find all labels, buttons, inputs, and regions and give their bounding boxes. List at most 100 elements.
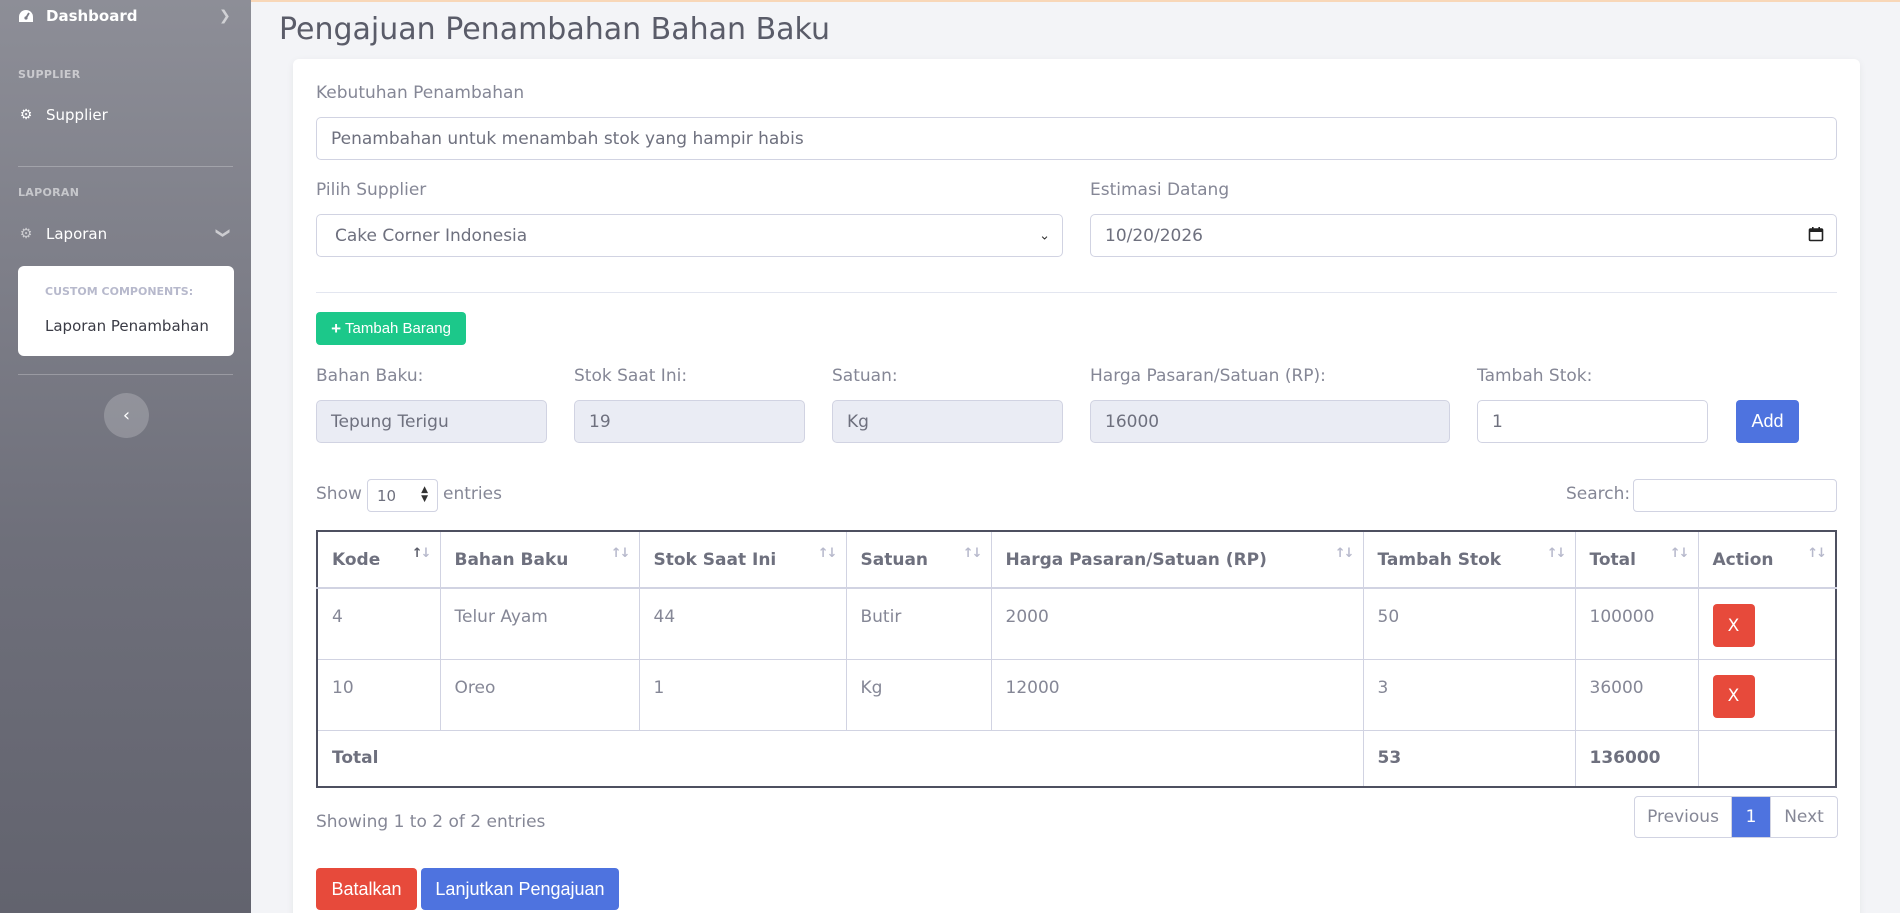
kebutuhan-input[interactable]: Penambahan untuk menambah stok yang hamp… [316, 117, 1837, 160]
kebutuhan-value: Penambahan untuk menambah stok yang hamp… [331, 128, 804, 149]
sidebar-item-dashboard[interactable]: Dashboard [18, 7, 137, 25]
tambah-barang-label: Tambah Barang [345, 320, 451, 337]
sidebar-divider [18, 374, 233, 375]
column-header-kode[interactable]: Kode ↑↓ [316, 530, 441, 589]
lanjutkan-pengajuan-button[interactable]: Lanjutkan Pengajuan [421, 868, 619, 910]
satuan-value: Kg [847, 411, 869, 432]
harga-label: Harga Pasaran/Satuan (RP): [1090, 366, 1326, 386]
sidebar-item-supplier[interactable]: ⚙ Supplier [18, 106, 108, 124]
sidebar-item-laporan[interactable]: ⚙ Laporan [18, 225, 107, 243]
data-table: Kode ↑↓ Bahan Baku ↑↓ Stok Saat Ini ↑↓ Satu… [316, 530, 1837, 788]
cell-total: 100000 [1574, 587, 1699, 660]
cell-kode: 4 [316, 587, 441, 660]
cell-tambah: 50 [1362, 587, 1576, 660]
sidebar-item-label: Laporan [46, 225, 108, 243]
sidebar: Dashboard ❯ SUPPLIER ⚙ Supplier LAPORAN … [0, 0, 251, 913]
sort-icon: ↑↓ [817, 546, 838, 561]
bahan-baku-label: Bahan Baku: [316, 366, 424, 386]
harga-input[interactable]: 16000 [1090, 400, 1450, 443]
stok-label: Stok Saat Ini: [574, 366, 688, 386]
add-button[interactable]: Add [1736, 400, 1799, 443]
total-label: Total [316, 729, 1364, 788]
chevron-down-icon: ⌄ [1039, 228, 1050, 243]
tambah-barang-button[interactable]: + Tambah Barang [316, 312, 466, 345]
column-label: Harga Pasaran/Satuan (RP) [1005, 549, 1267, 570]
cell-satuan: Butir [845, 587, 992, 660]
bahan-baku-input[interactable]: Tepung Terigu [316, 400, 547, 443]
cell-kode: 10 [316, 658, 441, 731]
cell-action: X [1697, 587, 1837, 660]
tambah-stok-label: Tambah Stok: [1477, 366, 1593, 386]
calendar-icon[interactable] [1808, 226, 1824, 246]
kebutuhan-label: Kebutuhan Penambahan [316, 83, 525, 103]
sidebar-toggle-button[interactable]: ‹ [104, 393, 149, 438]
cell-tambah: 3 [1362, 658, 1576, 731]
submenu-item-laporan-penambahan[interactable]: Laporan Penambahan [45, 317, 209, 335]
estimasi-value: 10/20/2026 [1105, 225, 1203, 246]
pagination-page-1[interactable]: 1 [1732, 797, 1771, 837]
cell-satuan: Kg [845, 658, 992, 731]
tambah-stok-input[interactable]: 1 [1477, 400, 1708, 443]
sidebar-submenu: CUSTOM COMPONENTS: Laporan Penambahan [18, 266, 234, 356]
search-input[interactable] [1633, 479, 1837, 512]
page-title: Pengajuan Penambahan Bahan Baku [279, 12, 831, 47]
cell-bahan: Telur Ayam [439, 587, 640, 660]
supplier-label: Pilih Supplier [316, 180, 427, 200]
gear-icon: ⚙ [19, 226, 33, 242]
column-label: Bahan Baku [454, 549, 569, 570]
total-tambah: 53 [1362, 729, 1576, 788]
sort-icon: ↑↓ [610, 546, 631, 561]
entries-select[interactable]: 10 ▲ ▼ [367, 479, 438, 512]
estimasi-date-input[interactable]: 10/20/2026 [1090, 214, 1837, 257]
tachometer-icon [18, 8, 34, 24]
column-header-tambah-stok[interactable]: Tambah Stok ↑↓ [1362, 530, 1576, 589]
cell-harga: 2000 [990, 587, 1364, 660]
cell-stok: 1 [638, 658, 847, 731]
column-label: Kode [332, 549, 381, 570]
pagination: Previous 1 Next [1634, 796, 1838, 838]
pagination-previous[interactable]: Previous [1635, 797, 1732, 837]
table-row: 10 Oreo 1 Kg 12000 3 36000 X [316, 658, 1837, 731]
harga-value: 16000 [1105, 411, 1160, 432]
sort-icon: ↑↓ [962, 546, 983, 561]
sort-icon: ↑↓ [1546, 546, 1567, 561]
chevron-down-icon: ❯ [214, 227, 231, 239]
delete-row-button[interactable]: X [1712, 674, 1755, 718]
table-header-row: Kode ↑↓ Bahan Baku ↑↓ Stok Saat Ini ↑↓ Satu… [316, 530, 1837, 589]
chevron-right-icon: ❯ [219, 8, 231, 24]
tambah-stok-value: 1 [1492, 411, 1503, 432]
sidebar-item-label: Dashboard [46, 7, 138, 25]
column-header-total[interactable]: Total ↑↓ [1574, 530, 1699, 589]
column-header-harga[interactable]: Harga Pasaran/Satuan (RP) ↑↓ [990, 530, 1364, 589]
column-header-bahan-baku[interactable]: Bahan Baku ↑↓ [439, 530, 640, 589]
column-header-stok[interactable]: Stok Saat Ini ↑↓ [638, 530, 847, 589]
satuan-label: Satuan: [832, 366, 898, 386]
column-label: Total [1589, 549, 1636, 570]
sidebar-heading-laporan: LAPORAN [18, 186, 80, 199]
topbar-border [251, 0, 1900, 2]
search-label: Search: [1566, 484, 1631, 504]
sidebar-divider [18, 166, 233, 167]
satuan-input[interactable]: Kg [832, 400, 1063, 443]
stok-value: 19 [589, 411, 611, 432]
delete-row-button[interactable]: X [1712, 604, 1755, 647]
cell-action: X [1697, 658, 1837, 731]
column-header-action[interactable]: Action ↑↓ [1697, 530, 1837, 589]
cell-harga: 12000 [990, 658, 1364, 731]
plus-icon: + [331, 318, 342, 338]
supplier-select[interactable]: Cake Corner Indonesia ⌄ [316, 214, 1063, 257]
column-label: Tambah Stok [1377, 549, 1502, 570]
gear-icon: ⚙ [19, 107, 33, 123]
sort-icon: ↑↓ [411, 546, 432, 561]
sidebar-item-label: Supplier [46, 106, 108, 124]
pagination-next[interactable]: Next [1771, 797, 1837, 837]
table-info: Showing 1 to 2 of 2 entries [316, 812, 546, 832]
stok-input[interactable]: 19 [574, 400, 805, 443]
column-label: Action [1712, 549, 1774, 570]
column-label: Stok Saat Ini [653, 549, 777, 570]
sort-icon: ↑↓ [1669, 546, 1690, 561]
batalkan-button[interactable]: Batalkan [316, 868, 417, 910]
column-header-satuan[interactable]: Satuan ↑↓ [845, 530, 992, 589]
submenu-heading: CUSTOM COMPONENTS: [45, 285, 194, 298]
sort-icon: ↑↓ [1334, 546, 1355, 561]
